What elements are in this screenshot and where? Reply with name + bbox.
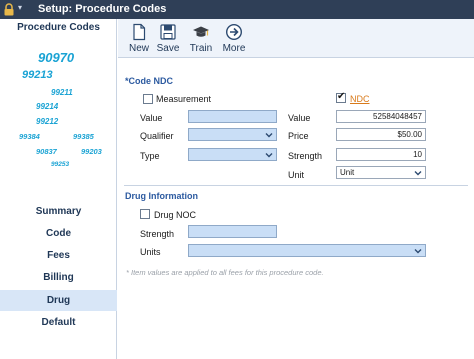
qualifier-select[interactable]: [188, 128, 277, 141]
type-label: Type: [140, 151, 160, 161]
drug-noc-label: Drug NOC: [154, 210, 197, 220]
strength-field[interactable]: 10: [336, 148, 426, 161]
code-cloud-item[interactable]: 99211: [51, 88, 73, 97]
drug-information-heading: Drug Information: [125, 191, 198, 201]
save-label: Save: [156, 43, 180, 54]
title-bar: ▾ Setup: Procedure Codes: [0, 0, 474, 19]
train-label: Train: [189, 43, 213, 54]
toolbar: New Save Train More: [118, 19, 474, 58]
window-title: Setup: Procedure Codes: [38, 3, 167, 15]
measurement-checkbox[interactable]: [143, 94, 153, 104]
code-cloud-item[interactable]: 99213: [22, 69, 53, 81]
graduation-cap-icon: [193, 26, 209, 37]
drug-strength-field[interactable]: [188, 225, 277, 238]
sidebar-item-summary[interactable]: Summary: [0, 201, 117, 222]
price-field[interactable]: $50.00: [336, 128, 426, 141]
ndc-value-label: Value: [288, 113, 311, 123]
sidebar-item-billing[interactable]: Billing: [0, 267, 117, 288]
arrow-circle-icon: [225, 23, 243, 41]
code-cloud-item[interactable]: 99384: [19, 132, 40, 141]
sidebar: Procedure Codes 90970 99213 99211 99214 …: [0, 19, 117, 359]
ndc-value-field[interactable]: 52584048457: [336, 110, 426, 123]
section-divider: [124, 185, 468, 186]
drug-units-select[interactable]: [188, 244, 426, 257]
save-disk-icon: [160, 24, 176, 40]
unit-value: Unit: [340, 168, 355, 177]
qualifier-label: Qualifier: [140, 131, 174, 141]
footnote: * Item values are applied to all fees fo…: [126, 268, 324, 277]
code-cloud-item[interactable]: 99385: [73, 132, 94, 141]
lock-icon[interactable]: [3, 3, 15, 16]
ndc-link[interactable]: NDC: [350, 94, 370, 104]
sidebar-item-default[interactable]: Default: [0, 312, 117, 333]
measurement-value-label: Value: [140, 113, 163, 123]
new-document-icon: [133, 23, 146, 41]
drug-panel: *Code NDC Measurement NDC Value Qualifie…: [118, 59, 474, 359]
more-button[interactable]: More: [216, 22, 252, 56]
ndc-checkbox[interactable]: [336, 91, 346, 103]
code-cloud-item[interactable]: 90837: [36, 147, 57, 156]
code-cloud-item[interactable]: 90970: [38, 50, 74, 65]
chevron-down-icon: [414, 249, 422, 254]
code-cloud-item[interactable]: 99214: [36, 102, 58, 111]
drug-noc-checkbox[interactable]: [140, 209, 150, 219]
strength-label: Strength: [288, 151, 323, 161]
unit-select[interactable]: Unit: [336, 166, 426, 179]
train-button[interactable]: Train: [183, 22, 219, 56]
measurement-value-field[interactable]: [188, 110, 277, 123]
code-cloud-item[interactable]: 99203: [81, 147, 102, 156]
price-label: Price: [288, 131, 309, 141]
chevron-down-icon: [265, 133, 273, 138]
drug-units-label: Units: [140, 247, 161, 257]
type-select[interactable]: [188, 148, 277, 161]
save-button[interactable]: Save: [150, 22, 186, 56]
code-cloud-item[interactable]: 99253: [51, 161, 69, 168]
sidebar-heading: Procedure Codes: [17, 22, 100, 33]
sidebar-item-drug[interactable]: Drug: [0, 290, 117, 311]
measurement-label: Measurement: [156, 94, 212, 104]
chevron-down-icon: [265, 153, 273, 158]
chevron-down-icon: [414, 171, 422, 176]
sidebar-item-code[interactable]: Code: [0, 223, 117, 244]
sidebar-item-fees[interactable]: Fees: [0, 245, 117, 266]
code-ndc-heading: *Code NDC: [125, 76, 174, 86]
unit-label: Unit: [288, 170, 305, 180]
chevron-down-icon[interactable]: ▾: [18, 3, 22, 12]
more-label: More: [222, 43, 246, 54]
code-cloud-item[interactable]: 99212: [36, 117, 58, 126]
drug-strength-label: Strength: [140, 229, 175, 239]
